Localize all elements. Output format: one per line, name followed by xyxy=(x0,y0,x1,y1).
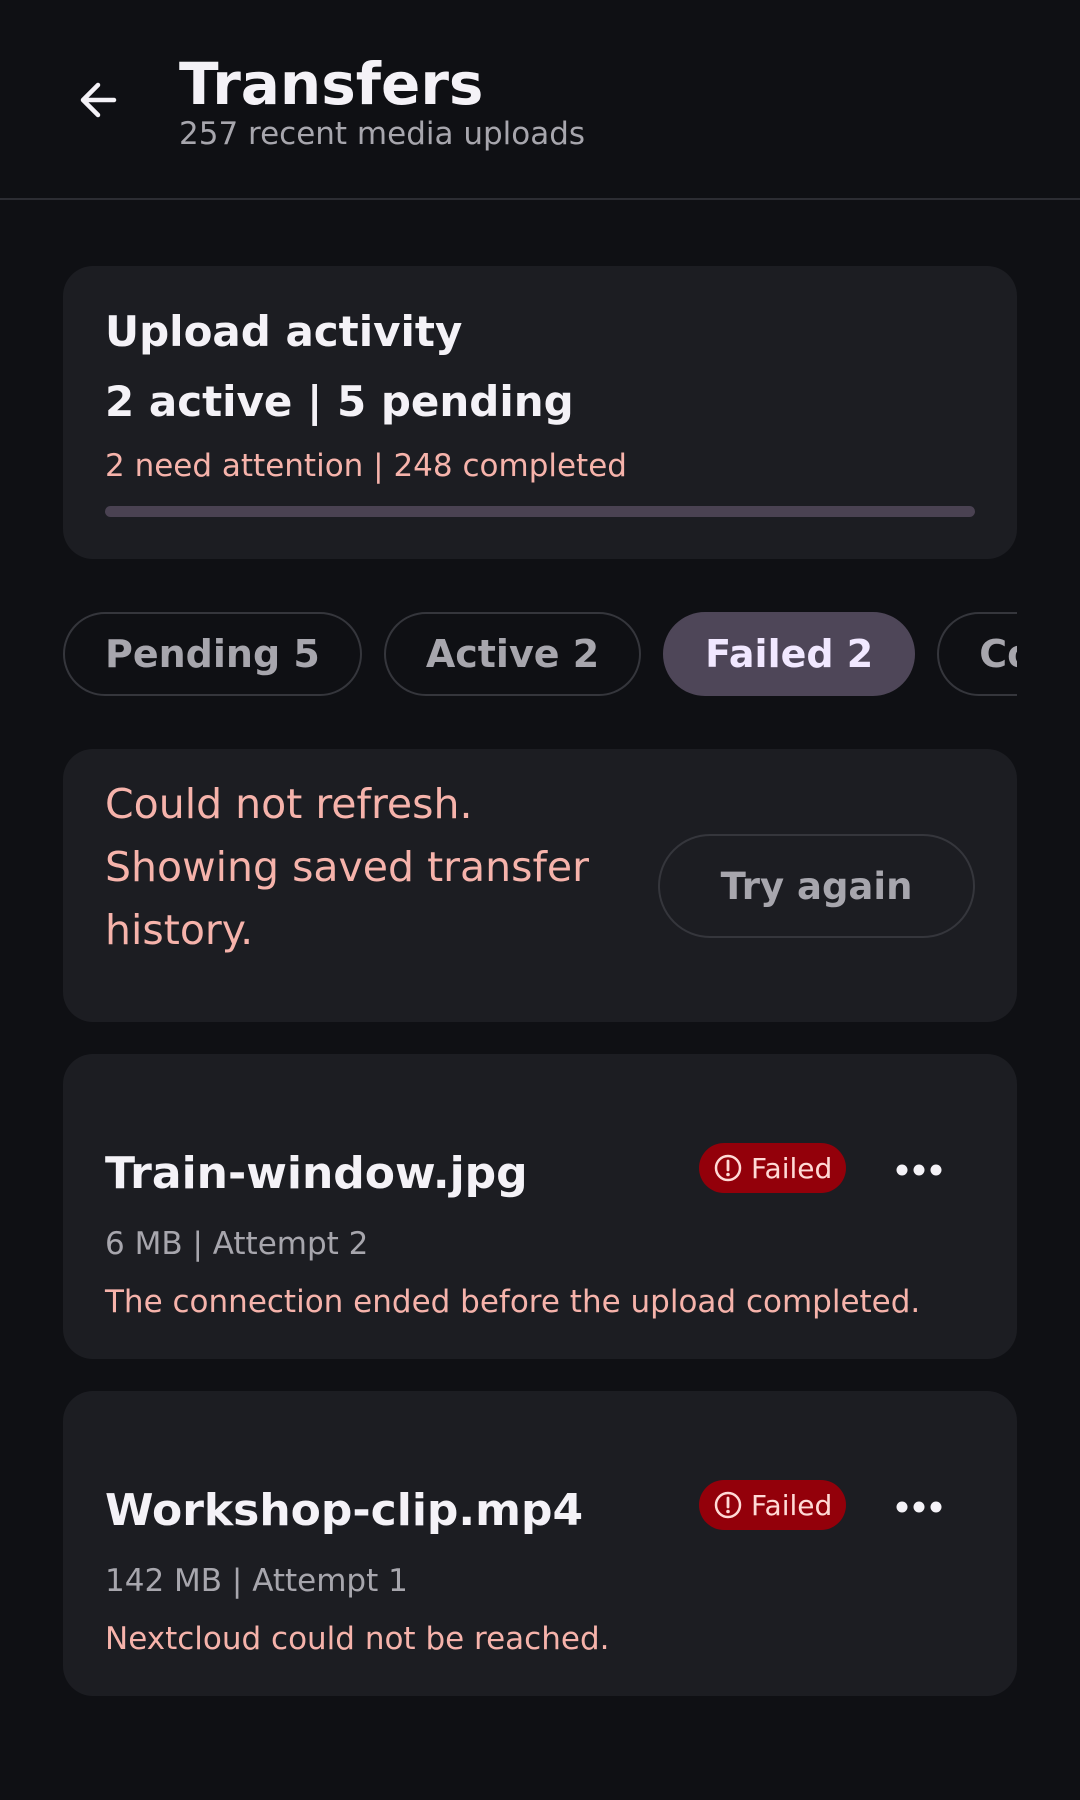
status-badge-label: Failed xyxy=(751,1488,833,1522)
transfer-file-name: Train-window.jpg xyxy=(105,1148,528,1199)
filter-chip[interactable]: Pending 5 xyxy=(63,612,362,696)
back-button[interactable] xyxy=(56,52,140,148)
filter-chip[interactable]: Failed 2 xyxy=(663,612,916,696)
item-more-button[interactable] xyxy=(883,1134,955,1206)
page-subtitle: 257 recent media uploads xyxy=(179,116,586,152)
filter-chip[interactable]: Active 2 xyxy=(383,612,642,696)
transfer-meta: 6 MB | Attempt 2 xyxy=(105,1226,369,1262)
transfer-item[interactable]: Train-window.jpg Failed 6 MB | Attempt 2… xyxy=(63,1054,1017,1359)
more-horizontal-icon xyxy=(896,1164,942,1176)
refresh-error-message: Could not refresh. Showing saved transfe… xyxy=(105,780,590,954)
upload-activity-card: Upload activity 2 active | 5 pending 2 n… xyxy=(63,266,1017,559)
filter-chips[interactable]: Pending 5Active 2Failed 2 Completed 248 xyxy=(63,612,1017,696)
transfer-item[interactable]: Workshop-clip.mp4 Failed 142 MB | Attemp… xyxy=(63,1391,1017,1696)
status-badge: Failed xyxy=(699,1143,847,1193)
top-app-bar: Transfers 257 recent media uploads xyxy=(0,0,1080,200)
transfer-file-name: Workshop-clip.mp4 xyxy=(105,1485,584,1536)
transfer-meta: 142 MB | Attempt 1 xyxy=(105,1563,408,1599)
refresh-error-banner: Could not refresh. Showing saved transfe… xyxy=(63,749,1017,1022)
filter-chip[interactable]: Completed 248 xyxy=(937,612,1017,696)
arrow-left-icon xyxy=(80,82,117,118)
upload-activity-heading: Upload activity xyxy=(105,307,463,356)
status-badge: Failed xyxy=(699,1480,847,1530)
alert-circle-icon xyxy=(714,1491,742,1519)
upload-progress-fill xyxy=(105,506,975,517)
more-horizontal-icon xyxy=(896,1501,942,1513)
status-badge-label: Failed xyxy=(751,1151,833,1185)
attention-summary: 2 need attention | 248 completed xyxy=(105,448,627,484)
upload-progress-bar xyxy=(105,506,975,517)
upload-counts: 2 active | 5 pending xyxy=(105,377,574,426)
transfer-error: Nextcloud could not be reached. xyxy=(105,1621,610,1657)
try-again-button[interactable]: Try again xyxy=(658,834,975,938)
alert-circle-icon xyxy=(714,1154,742,1182)
transfer-error: The connection ended before the upload c… xyxy=(105,1284,921,1320)
item-more-button[interactable] xyxy=(883,1471,955,1543)
